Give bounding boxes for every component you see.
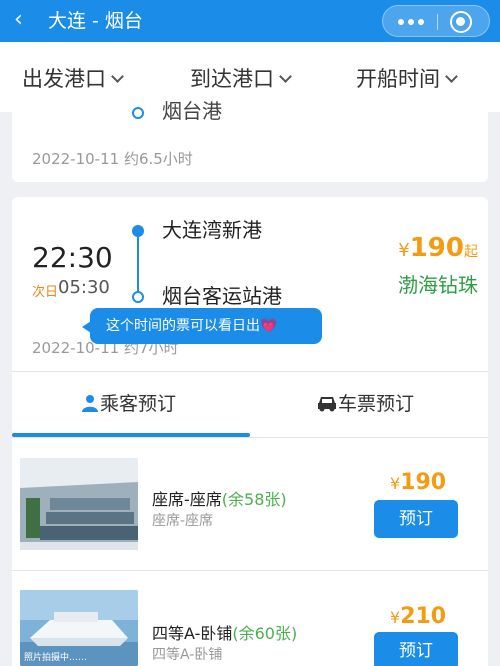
car-icon xyxy=(318,397,336,412)
chevron-down-icon xyxy=(445,70,458,83)
sunrise-tooltip: 这个时间的票可以看日出💗 xyxy=(82,308,322,344)
price-value: 190 xyxy=(409,233,464,263)
seat-name: 座席-座席(余58张) xyxy=(152,486,287,510)
currency-symbol: ¥ xyxy=(390,608,401,627)
tooltip-tail xyxy=(82,321,91,333)
heart-icon: 💗 xyxy=(260,318,278,334)
divider xyxy=(12,437,488,438)
next-day-flag: 次日 xyxy=(32,285,59,300)
filter-departure-port[interactable]: 出发港口 xyxy=(22,66,124,92)
arrival-dot-icon xyxy=(132,291,144,303)
tab-vehicle-booking[interactable]: 车票预订 xyxy=(316,390,414,418)
sailing-card-previous[interactable]: 烟台港 2022-10-11 约6.5小时 xyxy=(12,99,488,182)
currency-symbol: ¥ xyxy=(398,240,410,261)
currency-symbol: ¥ xyxy=(390,474,401,493)
photo-caption: 照片拍摄中…… xyxy=(24,653,88,663)
departure-station: 大连湾新港 xyxy=(162,218,262,242)
filter-label: 出发港口 xyxy=(22,67,106,91)
tab-passenger-booking[interactable]: 乘客预订 xyxy=(80,390,176,418)
divider xyxy=(12,570,488,571)
seat-name: 四等A-卧铺(余60张) xyxy=(152,620,297,644)
ship-name: 渤海钻珠 xyxy=(398,273,478,297)
price-value: 210 xyxy=(400,604,447,629)
chevron-down-icon xyxy=(279,70,292,83)
tooltip-text: 这个时间的票可以看日出 xyxy=(106,318,260,334)
price-value: 190 xyxy=(400,470,447,495)
price-suffix: 起 xyxy=(464,244,478,260)
departure-dot-icon xyxy=(132,225,144,237)
mini-program-capsule xyxy=(382,5,490,37)
capsule-divider xyxy=(437,14,438,30)
seat-class: 四等A-卧铺 xyxy=(152,624,233,643)
date-duration: 2022-10-11 约6.5小时 xyxy=(32,150,193,168)
remaining-count: (余60张) xyxy=(232,624,298,643)
filter-label: 开船时间 xyxy=(356,67,440,91)
close-target-icon[interactable] xyxy=(450,11,472,33)
remaining-count: (余58张) xyxy=(221,490,287,509)
filter-arrival-port[interactable]: 到达港口 xyxy=(190,66,292,92)
more-icon[interactable] xyxy=(398,19,424,25)
arrival-time: 05:30 xyxy=(58,277,110,298)
page-title: 大连 - 烟台 xyxy=(48,10,143,32)
departure-time: 22:30 xyxy=(32,241,113,274)
filter-bar: 出发港口 到达港口 开船时间 xyxy=(0,42,500,112)
chevron-down-icon xyxy=(111,70,124,83)
seat-subtitle: 座席-座席 xyxy=(152,513,214,529)
tab-label: 车票预订 xyxy=(338,393,415,415)
seat-subtitle: 四等A-卧铺 xyxy=(152,647,223,663)
ticket-price: ¥210 xyxy=(390,604,448,629)
cabin-photo[interactable]: 照片拍摄中…… xyxy=(20,590,138,666)
lowest-price: ¥190起 xyxy=(398,233,478,263)
book-button[interactable]: 预订 xyxy=(374,500,458,538)
filter-sailing-time[interactable]: 开船时间 xyxy=(356,66,458,92)
top-nav-bar: ‹ 大连 - 烟台 xyxy=(0,0,500,42)
passenger-icon xyxy=(82,395,98,412)
cabin-photo[interactable] xyxy=(20,458,138,550)
ticket-price: ¥190 xyxy=(390,470,448,495)
book-button[interactable]: 预订 xyxy=(374,632,458,666)
seat-class: 座席-座席 xyxy=(152,490,222,509)
filter-label: 到达港口 xyxy=(190,67,274,91)
route-line xyxy=(137,237,139,293)
arrival-dot-icon xyxy=(132,107,144,119)
arrival-station: 烟台客运站港 xyxy=(162,284,282,308)
arrival-station: 烟台港 xyxy=(162,99,222,123)
tab-label: 乘客预订 xyxy=(100,393,177,415)
back-icon[interactable]: ‹ xyxy=(14,7,23,33)
